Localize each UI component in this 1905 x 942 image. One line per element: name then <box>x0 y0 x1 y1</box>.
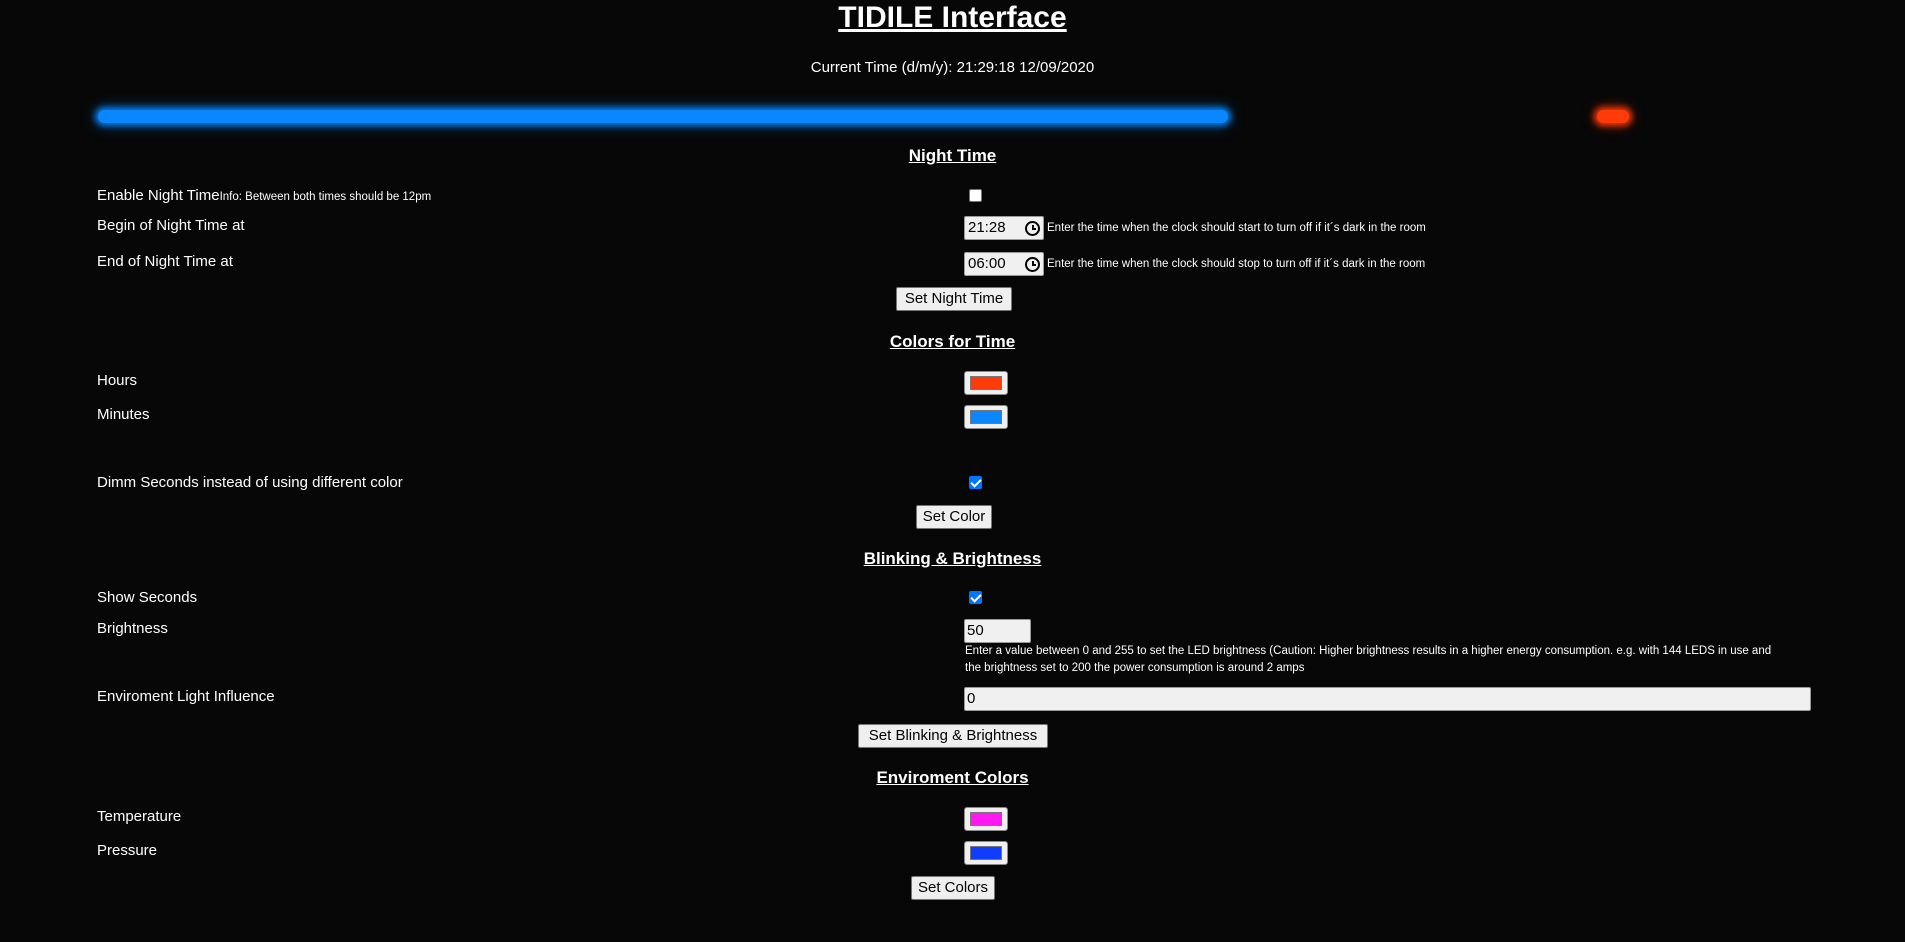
set-blinking-brightness-button[interactable]: Set Blinking & Brightness <box>858 724 1048 748</box>
enable-night-time-checkbox[interactable] <box>969 189 982 202</box>
set-color-button[interactable]: Set Color <box>916 505 992 529</box>
show-seconds-checkbox[interactable] <box>969 591 982 604</box>
temperature-color-picker[interactable] <box>964 807 1008 831</box>
clock-icon[interactable] <box>1025 221 1040 236</box>
led-preview-dot <box>1597 110 1629 123</box>
set-colors-button[interactable]: Set Colors <box>911 876 995 900</box>
brightness-label: Brightness <box>97 620 168 637</box>
env-light-label: Enviroment Light Influence <box>97 688 275 705</box>
enable-night-time-text: Enable Night Time <box>97 187 220 204</box>
section-night-time: Night Time <box>908 146 997 165</box>
brightness-hint-line: Enter a value between 0 and 255 to set t… <box>965 645 1772 657</box>
section-environment-colors: Enviroment Colors <box>876 768 1029 787</box>
hours-color-swatch <box>970 376 1002 390</box>
enable-night-time-label: Enable Night TimeInfo: Between both time… <box>97 186 431 207</box>
begin-night-time-label: Begin of Night Time at <box>97 217 245 234</box>
brightness-hint-line: the brightness set to 200 the power cons… <box>965 662 1305 674</box>
minutes-color-picker[interactable] <box>964 405 1008 429</box>
led-preview-bar <box>98 110 1228 123</box>
current-time: Current Time (d/m/y): 21:29:18 12/09/202… <box>0 58 1905 78</box>
section-colors-for-time: Colors for Time <box>889 332 1016 351</box>
end-night-time-hint: Enter the time when the clock should sto… <box>1047 258 1426 270</box>
current-time-label: Current Time (d/m/y): <box>810 59 953 76</box>
dimm-seconds-checkbox[interactable] <box>969 476 982 489</box>
brightness-input[interactable]: 50 <box>964 619 1031 643</box>
temperature-label: Temperature <box>97 808 182 825</box>
end-night-time-label: End of Night Time at <box>97 253 233 270</box>
temperature-color-swatch <box>970 812 1002 826</box>
minutes-color-swatch <box>970 410 1002 424</box>
current-time-value: 21:29:18 12/09/2020 <box>956 59 1095 76</box>
begin-night-time-hint: Enter the time when the clock should sta… <box>1047 222 1426 234</box>
brightness-hint: Enter a value between 0 and 255 to set t… <box>965 643 1771 677</box>
section-blinking-brightness: Blinking & Brightness <box>863 549 1042 568</box>
clock-icon[interactable] <box>1025 257 1040 272</box>
hours-color-picker[interactable] <box>964 371 1008 395</box>
begin-night-time-input[interactable]: 21:28 <box>964 216 1044 240</box>
env-light-input[interactable]: 0 <box>964 687 1811 711</box>
pressure-color-swatch <box>970 846 1002 860</box>
page-title: TIDILE Interface <box>838 1 1067 34</box>
show-seconds-label: Show Seconds <box>97 589 198 606</box>
pressure-label: Pressure <box>97 842 158 859</box>
dimm-seconds-label: Dimm Seconds instead of using different … <box>97 474 403 491</box>
end-night-time-value: 06:00 <box>968 255 1006 272</box>
minutes-label: Minutes <box>97 406 150 423</box>
end-night-time-input[interactable]: 06:00 <box>964 252 1044 276</box>
pressure-color-picker[interactable] <box>964 841 1008 865</box>
hours-label: Hours <box>97 372 138 389</box>
night-time-info: Info: Between both times should be 12pm <box>219 191 432 203</box>
begin-night-time-value: 21:28 <box>968 219 1006 236</box>
set-night-time-button[interactable]: Set Night Time <box>896 287 1012 311</box>
